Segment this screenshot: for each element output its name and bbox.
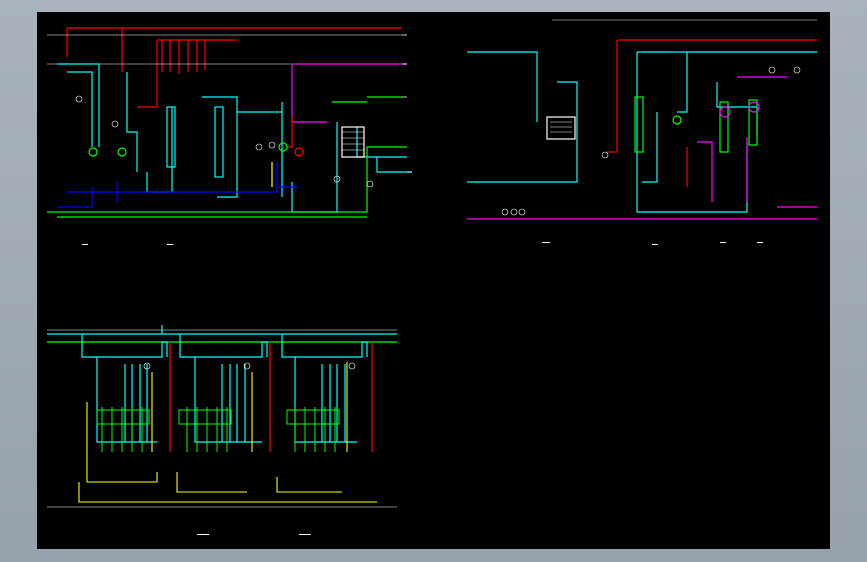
pump-symbol (88, 147, 98, 157)
unit-1 (81, 334, 168, 443)
title-marks (82, 242, 763, 535)
pump-symbol (294, 147, 304, 157)
column-vessel (166, 106, 176, 168)
pump-symbol (278, 142, 288, 152)
heat-exchanger (546, 116, 576, 140)
column-vessel (214, 106, 224, 178)
column-vessel (634, 96, 644, 153)
sheet-top-right (467, 19, 817, 220)
unit-2 (179, 334, 268, 443)
sheet-top-left (47, 27, 412, 218)
sheet-bottom-left (47, 325, 397, 508)
cad-drawing-canvas[interactable] (37, 12, 830, 549)
pump-symbol (117, 147, 127, 157)
pump-symbol (672, 115, 682, 125)
process-flow-diagram (47, 19, 817, 535)
exchanger-vessel (341, 126, 365, 158)
